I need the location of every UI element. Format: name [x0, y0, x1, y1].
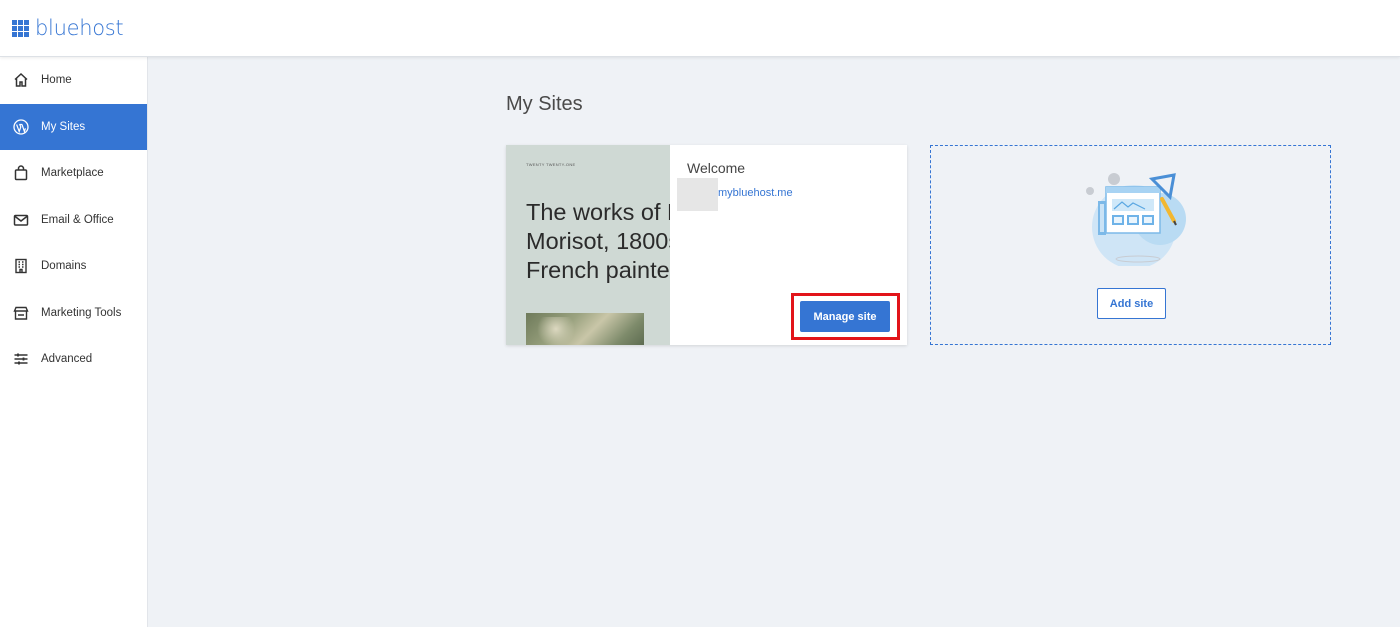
- add-site-button[interactable]: Add site: [1097, 288, 1166, 319]
- sidebar-item-advanced[interactable]: Advanced: [0, 336, 147, 383]
- site-info-panel: Welcome mybluehost.me Manage site: [670, 145, 907, 345]
- site-preview-thumbnail[interactable]: TWENTY TWENTY-ONE The works of Berthe Mo…: [506, 145, 670, 345]
- add-site-card: Add site: [930, 145, 1331, 345]
- site-url-link[interactable]: mybluehost.me: [718, 187, 793, 199]
- sidebar-item-label: Email & Office: [41, 213, 114, 226]
- site-favicon-placeholder: [677, 178, 718, 211]
- wordpress-icon: [12, 118, 29, 135]
- sidebar-item-label: My Sites: [41, 120, 86, 133]
- website-design-illustration: [1086, 173, 1186, 266]
- site-name: Welcome: [687, 160, 746, 176]
- preview-headline-line: Morisot, 1800s-era: [526, 228, 670, 254]
- building-icon: [12, 258, 29, 275]
- sidebar-item-email-office[interactable]: Email & Office: [0, 197, 147, 244]
- home-icon: [12, 72, 29, 89]
- sidebar-item-label: Domains: [41, 260, 87, 273]
- preview-theme-name: TWENTY TWENTY-ONE: [526, 162, 576, 167]
- sidebar-item-domains[interactable]: Domains: [0, 243, 147, 290]
- logo-grid-icon: [12, 19, 29, 37]
- preview-headline-line: The works of Berthe: [526, 199, 670, 225]
- sidebar-item-my-sites[interactable]: My Sites: [0, 103, 147, 150]
- envelope-icon: [12, 211, 29, 228]
- logo-text: bluehost: [35, 16, 124, 40]
- sidebar-item-home[interactable]: Home: [0, 57, 147, 104]
- sidebar: Home My Sites Marketplace Email & Office…: [0, 57, 148, 627]
- sidebar-item-label: Advanced: [41, 353, 93, 366]
- bluehost-logo[interactable]: bluehost: [12, 16, 124, 40]
- sidebar-item-label: Marketplace: [41, 167, 104, 180]
- sidebar-item-label: Marketing Tools: [41, 306, 122, 319]
- storefront-icon: [12, 304, 29, 321]
- preview-headline-line: French painter: [526, 257, 670, 283]
- sidebar-item-marketplace[interactable]: Marketplace: [0, 150, 147, 197]
- shopping-bag-icon: [12, 165, 29, 182]
- top-bar: bluehost: [0, 0, 1400, 57]
- page-title: My Sites: [506, 93, 583, 115]
- sliders-icon: [12, 351, 29, 368]
- sidebar-item-label: Home: [41, 74, 72, 87]
- sidebar-item-marketing-tools[interactable]: Marketing Tools: [0, 290, 147, 337]
- manage-site-button[interactable]: Manage site: [800, 301, 890, 332]
- preview-headline: The works of Berthe Morisot, 1800s-era F…: [526, 198, 670, 285]
- site-card: TWENTY TWENTY-ONE The works of Berthe Mo…: [506, 145, 907, 345]
- preview-painting-image: [526, 313, 644, 345]
